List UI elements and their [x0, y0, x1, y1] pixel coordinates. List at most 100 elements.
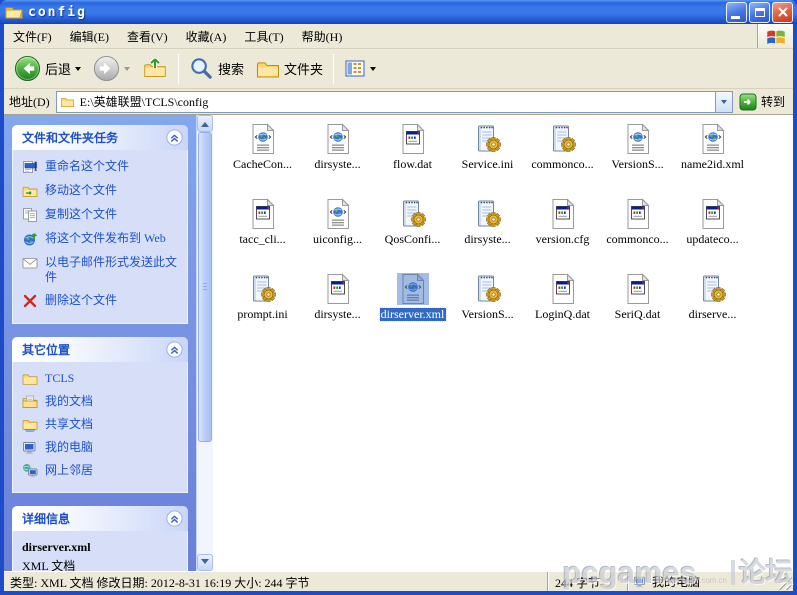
place-item[interactable]: TCLS — [22, 371, 181, 387]
scroll-down-button[interactable] — [197, 554, 213, 571]
menu-bar: 文件(F)编辑(E)查看(V)收藏(A)工具(T)帮助(H) — [4, 24, 793, 49]
windows-logo — [757, 24, 793, 48]
file-grid[interactable]: CacheCon...dirsyste...flow.datService.in… — [213, 115, 793, 571]
scroll-up-button[interactable] — [197, 115, 213, 132]
task-item-label: 以电子邮件形式发送此文件 — [45, 255, 181, 285]
place-item[interactable]: 我的电脑 — [22, 440, 181, 456]
forward-button[interactable] — [88, 53, 135, 84]
details-body: dirserver.xml XML 文档 修改日期: 2012年8月31日, 1… — [12, 531, 188, 571]
file-item[interactable]: SeriQ.dat — [600, 270, 675, 345]
delete-icon — [22, 293, 38, 309]
maximize-button[interactable] — [749, 2, 770, 23]
ini-file-icon — [547, 123, 579, 155]
task-item[interactable]: 重命名这个文件 — [22, 159, 181, 175]
menu-item[interactable]: 查看(V) — [118, 24, 177, 49]
task-item[interactable]: 将这个文件发布到 Web — [22, 231, 181, 247]
views-icon — [344, 58, 366, 80]
search-button[interactable]: 搜索 — [184, 54, 249, 83]
forward-dropdown-icon[interactable] — [124, 67, 130, 71]
task-item[interactable]: 以电子邮件形式发送此文件 — [22, 255, 181, 285]
back-label: 后退 — [45, 59, 71, 78]
details-file-type: XML 文档 — [22, 557, 181, 571]
file-item[interactable]: LoginQ.dat — [525, 270, 600, 345]
folder-up-icon — [142, 56, 168, 82]
file-item[interactable]: QosConfi... — [375, 195, 450, 270]
task-item-label: 复制这个文件 — [45, 207, 117, 222]
menu-item[interactable]: 帮助(H) — [293, 24, 352, 49]
address-dropdown-button[interactable] — [715, 92, 732, 112]
chevron-up-icon[interactable] — [166, 510, 183, 527]
main-area: 文件和文件夹任务 重命名这个文件移动这个文件复制这个文件将这个文件发布到 Web… — [4, 115, 793, 571]
panel-other-places-header[interactable]: 其它位置 — [12, 337, 188, 362]
back-button[interactable]: 后退 — [9, 53, 86, 84]
file-item[interactable]: flow.dat — [375, 120, 450, 195]
file-name: CacheCon... — [233, 158, 292, 171]
shared-icon — [22, 417, 38, 433]
task-item-label: 将这个文件发布到 Web — [45, 231, 166, 246]
dat-file-icon — [547, 273, 579, 305]
file-item[interactable]: dirserve... — [675, 270, 750, 345]
explorer-window: config 文件(F)编辑(E)查看(V)收藏(A)工具(T)帮助(H) 后退 — [0, 0, 797, 595]
tasks-list: 重命名这个文件移动这个文件复制这个文件将这个文件发布到 Web 以电子邮件形式发送… — [12, 150, 188, 324]
file-item[interactable]: dirsyste... — [450, 195, 525, 270]
address-input[interactable]: E:\英雄联盟\TCLS\config — [56, 91, 733, 113]
file-name: dirsyste... — [314, 158, 360, 171]
place-item[interactable]: 网上邻居 — [22, 463, 181, 479]
back-dropdown-icon[interactable] — [75, 67, 81, 71]
panel-details-header[interactable]: 详细信息 — [12, 506, 188, 531]
scrollbar-track[interactable] — [197, 132, 213, 554]
place-item-label: 我的文档 — [45, 394, 93, 409]
file-item[interactable]: name2id.xml — [675, 120, 750, 195]
file-item[interactable]: version.cfg — [525, 195, 600, 270]
chevron-up-icon[interactable] — [166, 341, 183, 358]
panel-file-tasks-header[interactable]: 文件和文件夹任务 — [12, 125, 188, 150]
status-location: 我的电脑 — [627, 572, 793, 591]
search-icon — [189, 56, 214, 81]
task-item-label: 移动这个文件 — [45, 183, 117, 198]
file-name: updateco... — [686, 233, 738, 246]
file-item[interactable]: commonco... — [525, 120, 600, 195]
file-item[interactable]: dirserver.xml — [375, 270, 450, 345]
folders-button[interactable]: 文件夹 — [251, 55, 328, 83]
place-item[interactable]: 我的文档 — [22, 394, 181, 410]
file-item[interactable]: VersionS... — [600, 120, 675, 195]
task-item[interactable]: 移动这个文件 — [22, 183, 181, 199]
file-item[interactable]: CacheCon... — [225, 120, 300, 195]
my-computer-icon — [633, 575, 647, 589]
panel-title: 其它位置 — [22, 341, 166, 358]
chevron-up-icon[interactable] — [166, 129, 183, 146]
file-item[interactable]: uiconfig... — [300, 195, 375, 270]
menu-item[interactable]: 文件(F) — [4, 24, 61, 49]
file-item[interactable]: dirsyste... — [300, 120, 375, 195]
menu-item[interactable]: 工具(T) — [235, 24, 292, 49]
place-item[interactable]: 共享文档 — [22, 417, 181, 433]
menu-item[interactable]: 收藏(A) — [177, 24, 236, 49]
place-item-label: 网上邻居 — [45, 463, 93, 478]
task-item[interactable]: 删除这个文件 — [22, 293, 181, 309]
menu-item[interactable]: 编辑(E) — [61, 24, 118, 49]
file-item[interactable]: commonco... — [600, 195, 675, 270]
file-item[interactable]: Service.ini — [450, 120, 525, 195]
views-dropdown-icon[interactable] — [370, 67, 376, 71]
file-name: version.cfg — [536, 233, 590, 246]
xml-file-icon — [322, 123, 354, 155]
scrollbar-thumb[interactable] — [198, 132, 212, 442]
task-item[interactable]: 复制这个文件 — [22, 207, 181, 223]
minimize-button[interactable] — [726, 2, 747, 23]
search-label: 搜索 — [218, 59, 244, 78]
chevron-down-icon — [721, 100, 727, 104]
file-item[interactable]: dirsyste... — [300, 270, 375, 345]
xml-file-icon — [322, 198, 354, 230]
resize-grip[interactable] — [779, 577, 792, 590]
close-button[interactable] — [772, 2, 793, 23]
views-button[interactable] — [339, 56, 381, 82]
file-item[interactable]: VersionS... — [450, 270, 525, 345]
file-name: SeriQ.dat — [615, 308, 661, 321]
file-item[interactable]: updateco... — [675, 195, 750, 270]
sidebar-scrollbar[interactable] — [196, 115, 213, 571]
xml-file-icon — [397, 273, 429, 305]
go-button[interactable]: 转到 — [739, 93, 788, 111]
file-item[interactable]: tacc_cli... — [225, 195, 300, 270]
up-button[interactable] — [137, 54, 173, 84]
file-item[interactable]: prompt.ini — [225, 270, 300, 345]
